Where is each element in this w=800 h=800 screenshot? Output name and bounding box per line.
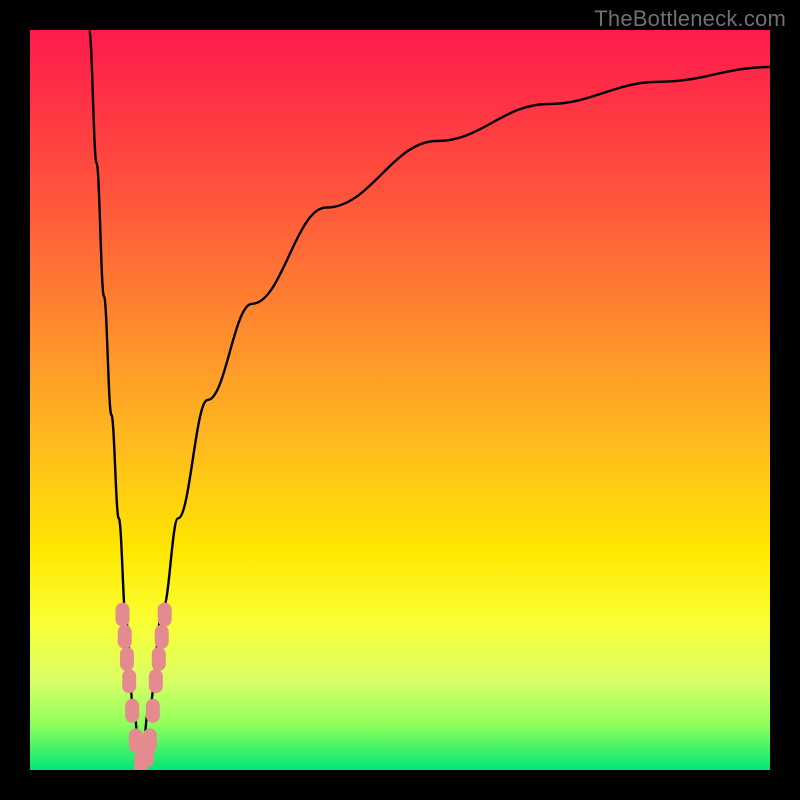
trough-marker xyxy=(149,669,163,693)
trough-marker xyxy=(122,669,136,693)
plot-area xyxy=(30,30,770,770)
chart-frame: TheBottleneck.com xyxy=(0,0,800,800)
watermark-text: TheBottleneck.com xyxy=(594,6,786,32)
trough-marker xyxy=(116,603,130,627)
trough-marker xyxy=(146,699,160,723)
trough-marker xyxy=(143,728,157,752)
trough-marker xyxy=(125,699,139,723)
curve-right-branch xyxy=(141,67,770,770)
trough-marker xyxy=(155,625,169,649)
trough-marker xyxy=(158,603,172,627)
trough-marker xyxy=(152,647,166,671)
trough-marker xyxy=(120,647,134,671)
bottleneck-curve xyxy=(89,30,770,770)
curve-layer xyxy=(30,30,770,770)
trough-marker xyxy=(118,625,132,649)
trough-markers xyxy=(116,603,172,770)
